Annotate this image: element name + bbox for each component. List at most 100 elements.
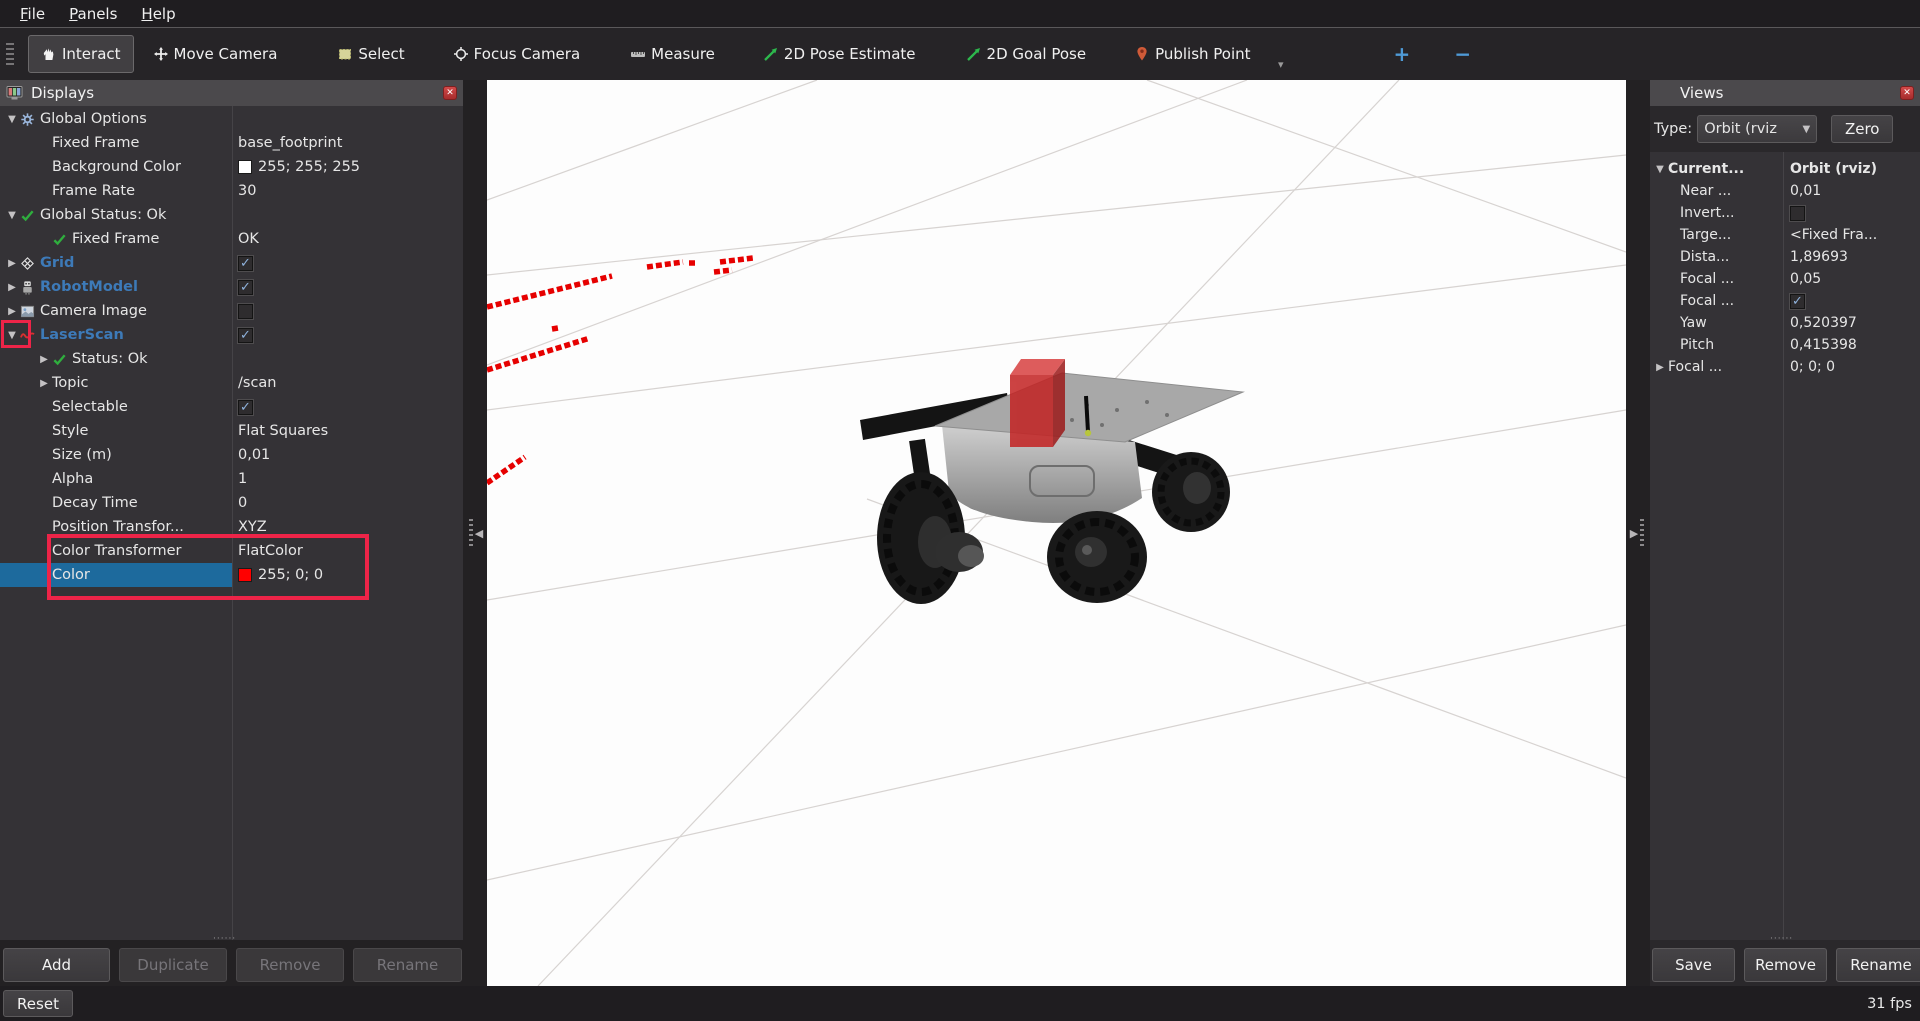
tool-move-camera[interactable]: Move Camera xyxy=(140,35,291,73)
property-label: Yaw xyxy=(1680,315,1707,331)
view-type-dropdown[interactable]: Orbit (rviz ▼ xyxy=(1697,115,1817,143)
expand-right-icon[interactable]: ▶ xyxy=(4,306,20,317)
displays-row-fixed-frame[interactable]: Fixed FrameOK xyxy=(0,227,463,251)
displays-row-background-color[interactable]: Background Color255; 255; 255 xyxy=(0,155,463,179)
property-label: Current... xyxy=(1668,161,1744,177)
resize-handle[interactable]: ······ xyxy=(1770,934,1793,944)
views-row-pitch[interactable]: Pitch0,415398 xyxy=(1650,334,1920,356)
expand-right-icon[interactable]: ▶ xyxy=(36,378,52,389)
checkbox-unchecked[interactable] xyxy=(1790,206,1805,221)
property-label: Focal ... xyxy=(1680,293,1734,309)
displays-row-robotmodel[interactable]: ▶RobotModel✓ xyxy=(0,275,463,299)
displays-icon xyxy=(6,85,23,101)
displays-row-laserscan[interactable]: ▼ LaserScan ✓ xyxy=(0,323,463,347)
color-swatch[interactable] xyxy=(238,568,252,582)
menu-panels[interactable]: Panels xyxy=(59,3,127,25)
displays-row-size-m-[interactable]: Size (m)0,01 xyxy=(0,443,463,467)
views-row-focal-[interactable]: Focal ... ✓ xyxy=(1650,290,1920,312)
tool-measure[interactable]: Measure xyxy=(617,35,728,73)
menu-file[interactable]: File xyxy=(10,3,55,25)
add-tool-button[interactable]: + xyxy=(1384,38,1421,70)
views-row-near-[interactable]: Near ...0,01 xyxy=(1650,180,1920,202)
displays-row-topic[interactable]: ▶Topic/scan xyxy=(0,371,463,395)
expand-right-icon[interactable]: ▶ xyxy=(4,258,20,269)
property-value: 0,01 xyxy=(1790,183,1821,199)
expand-down-icon[interactable]: ▼ xyxy=(4,210,20,221)
camera-icon xyxy=(20,303,40,319)
views-row-yaw[interactable]: Yaw0,520397 xyxy=(1650,312,1920,334)
tool-label: 2D Goal Pose xyxy=(987,45,1087,63)
checkbox-checked[interactable]: ✓ xyxy=(238,328,253,343)
menu-help[interactable]: Help xyxy=(131,3,185,25)
expand-right-icon[interactable]: ▶ xyxy=(36,354,52,365)
tool-select[interactable]: Select xyxy=(324,35,417,73)
expand-down-icon[interactable]: ▼ xyxy=(4,330,20,341)
reset-button[interactable]: Reset xyxy=(3,990,73,1017)
checkbox-checked[interactable]: ✓ xyxy=(238,256,253,271)
views-row-focal-[interactable]: Focal ...0,05 xyxy=(1650,268,1920,290)
add-button[interactable]: Add xyxy=(3,948,110,982)
remove-tool-button[interactable]: − xyxy=(1444,38,1481,70)
splitter-right[interactable]: ▶ xyxy=(1626,80,1650,986)
property-label: Position Transfor... xyxy=(52,519,184,535)
close-icon[interactable]: ✕ xyxy=(1900,86,1914,100)
displays-row-selectable[interactable]: Selectable✓ xyxy=(0,395,463,419)
property-label: Grid xyxy=(40,255,74,271)
property-label: Camera Image xyxy=(40,303,147,319)
toolbar-drag-handle[interactable] xyxy=(6,43,14,65)
save-button[interactable]: Save xyxy=(1652,948,1735,982)
collapse-left-icon[interactable]: ◀ xyxy=(475,527,483,540)
displays-row-global-options[interactable]: ▼Global Options xyxy=(0,107,463,131)
type-label: Type: xyxy=(1654,121,1692,137)
focus-icon xyxy=(453,46,469,62)
displays-row-status-ok[interactable]: ▶Status: Ok xyxy=(0,347,463,371)
close-icon[interactable]: ✕ xyxy=(443,86,457,100)
collapse-right-icon[interactable]: ▶ xyxy=(1630,527,1638,540)
zero-button[interactable]: Zero xyxy=(1831,115,1893,143)
displays-row-global-status-ok[interactable]: ▼Global Status: Ok xyxy=(0,203,463,227)
views-row-dista-[interactable]: Dista...1,89693 xyxy=(1650,246,1920,268)
tool-2d-goal-pose[interactable]: 2D Goal Pose xyxy=(953,35,1100,73)
views-row-focal-[interactable]: ▶Focal ...0; 0; 0 xyxy=(1650,356,1920,378)
property-value: base_footprint xyxy=(238,135,342,151)
views-row-targe-[interactable]: Targe...<Fixed Fra... xyxy=(1650,224,1920,246)
expand-down-icon[interactable]: ▼ xyxy=(4,114,20,125)
3d-viewport[interactable] xyxy=(487,80,1626,986)
expand-down-icon[interactable]: ▼ xyxy=(1652,164,1668,175)
displays-row-style[interactable]: StyleFlat Squares xyxy=(0,419,463,443)
displays-row-grid[interactable]: ▶ Grid ✓ xyxy=(0,251,463,275)
expand-right-icon[interactable]: ▶ xyxy=(1652,362,1668,373)
checkbox-checked[interactable]: ✓ xyxy=(238,400,253,415)
grid-icon xyxy=(20,255,40,271)
views-row-current-[interactable]: ▼Current...Orbit (rviz) xyxy=(1650,158,1920,180)
fps-counter: 31 fps xyxy=(1867,996,1912,1012)
checkbox-unchecked[interactable] xyxy=(238,304,253,319)
property-label: Topic xyxy=(52,375,88,391)
color-swatch[interactable] xyxy=(238,160,252,174)
tool-label: 2D Pose Estimate xyxy=(784,45,916,63)
tool-focus-camera[interactable]: Focus Camera xyxy=(440,35,593,73)
expand-right-icon[interactable]: ▶ xyxy=(4,282,20,293)
displays-row-decay-time[interactable]: Decay Time0 xyxy=(0,491,463,515)
resize-handle[interactable]: ······ xyxy=(213,934,236,944)
property-label: LaserScan xyxy=(40,327,124,343)
toolbar-overflow-icon[interactable]: ▾ xyxy=(1278,58,1284,71)
displays-row-camera-image[interactable]: ▶ Camera Image xyxy=(0,299,463,323)
rename-button[interactable]: Rename xyxy=(1836,948,1920,982)
views-panel-title: Views xyxy=(1680,84,1723,102)
displays-row-color-transformer[interactable]: Color TransformerFlatColor xyxy=(0,539,463,563)
tool-2d-pose-estimate[interactable]: 2D Pose Estimate xyxy=(750,35,929,73)
tool-publish-point[interactable]: Publish Point xyxy=(1121,35,1263,73)
tool-interact[interactable]: Interact xyxy=(28,35,134,73)
views-row-invert-[interactable]: Invert... xyxy=(1650,202,1920,224)
displays-row-color[interactable]: Color255; 0; 0 xyxy=(0,563,463,587)
remove-button[interactable]: Remove xyxy=(1744,948,1827,982)
checkbox-checked[interactable]: ✓ xyxy=(238,280,253,295)
displays-row-position-transfor-[interactable]: Position Transfor...XYZ xyxy=(0,515,463,539)
displays-row-frame-rate[interactable]: Frame Rate30 xyxy=(0,179,463,203)
displays-row-fixed-frame[interactable]: Fixed Framebase_footprint xyxy=(0,131,463,155)
displays-row-alpha[interactable]: Alpha1 xyxy=(0,467,463,491)
checkbox-checked[interactable]: ✓ xyxy=(1790,294,1805,309)
property-value: /scan xyxy=(238,375,277,391)
splitter-left[interactable]: ◀ xyxy=(463,80,487,986)
